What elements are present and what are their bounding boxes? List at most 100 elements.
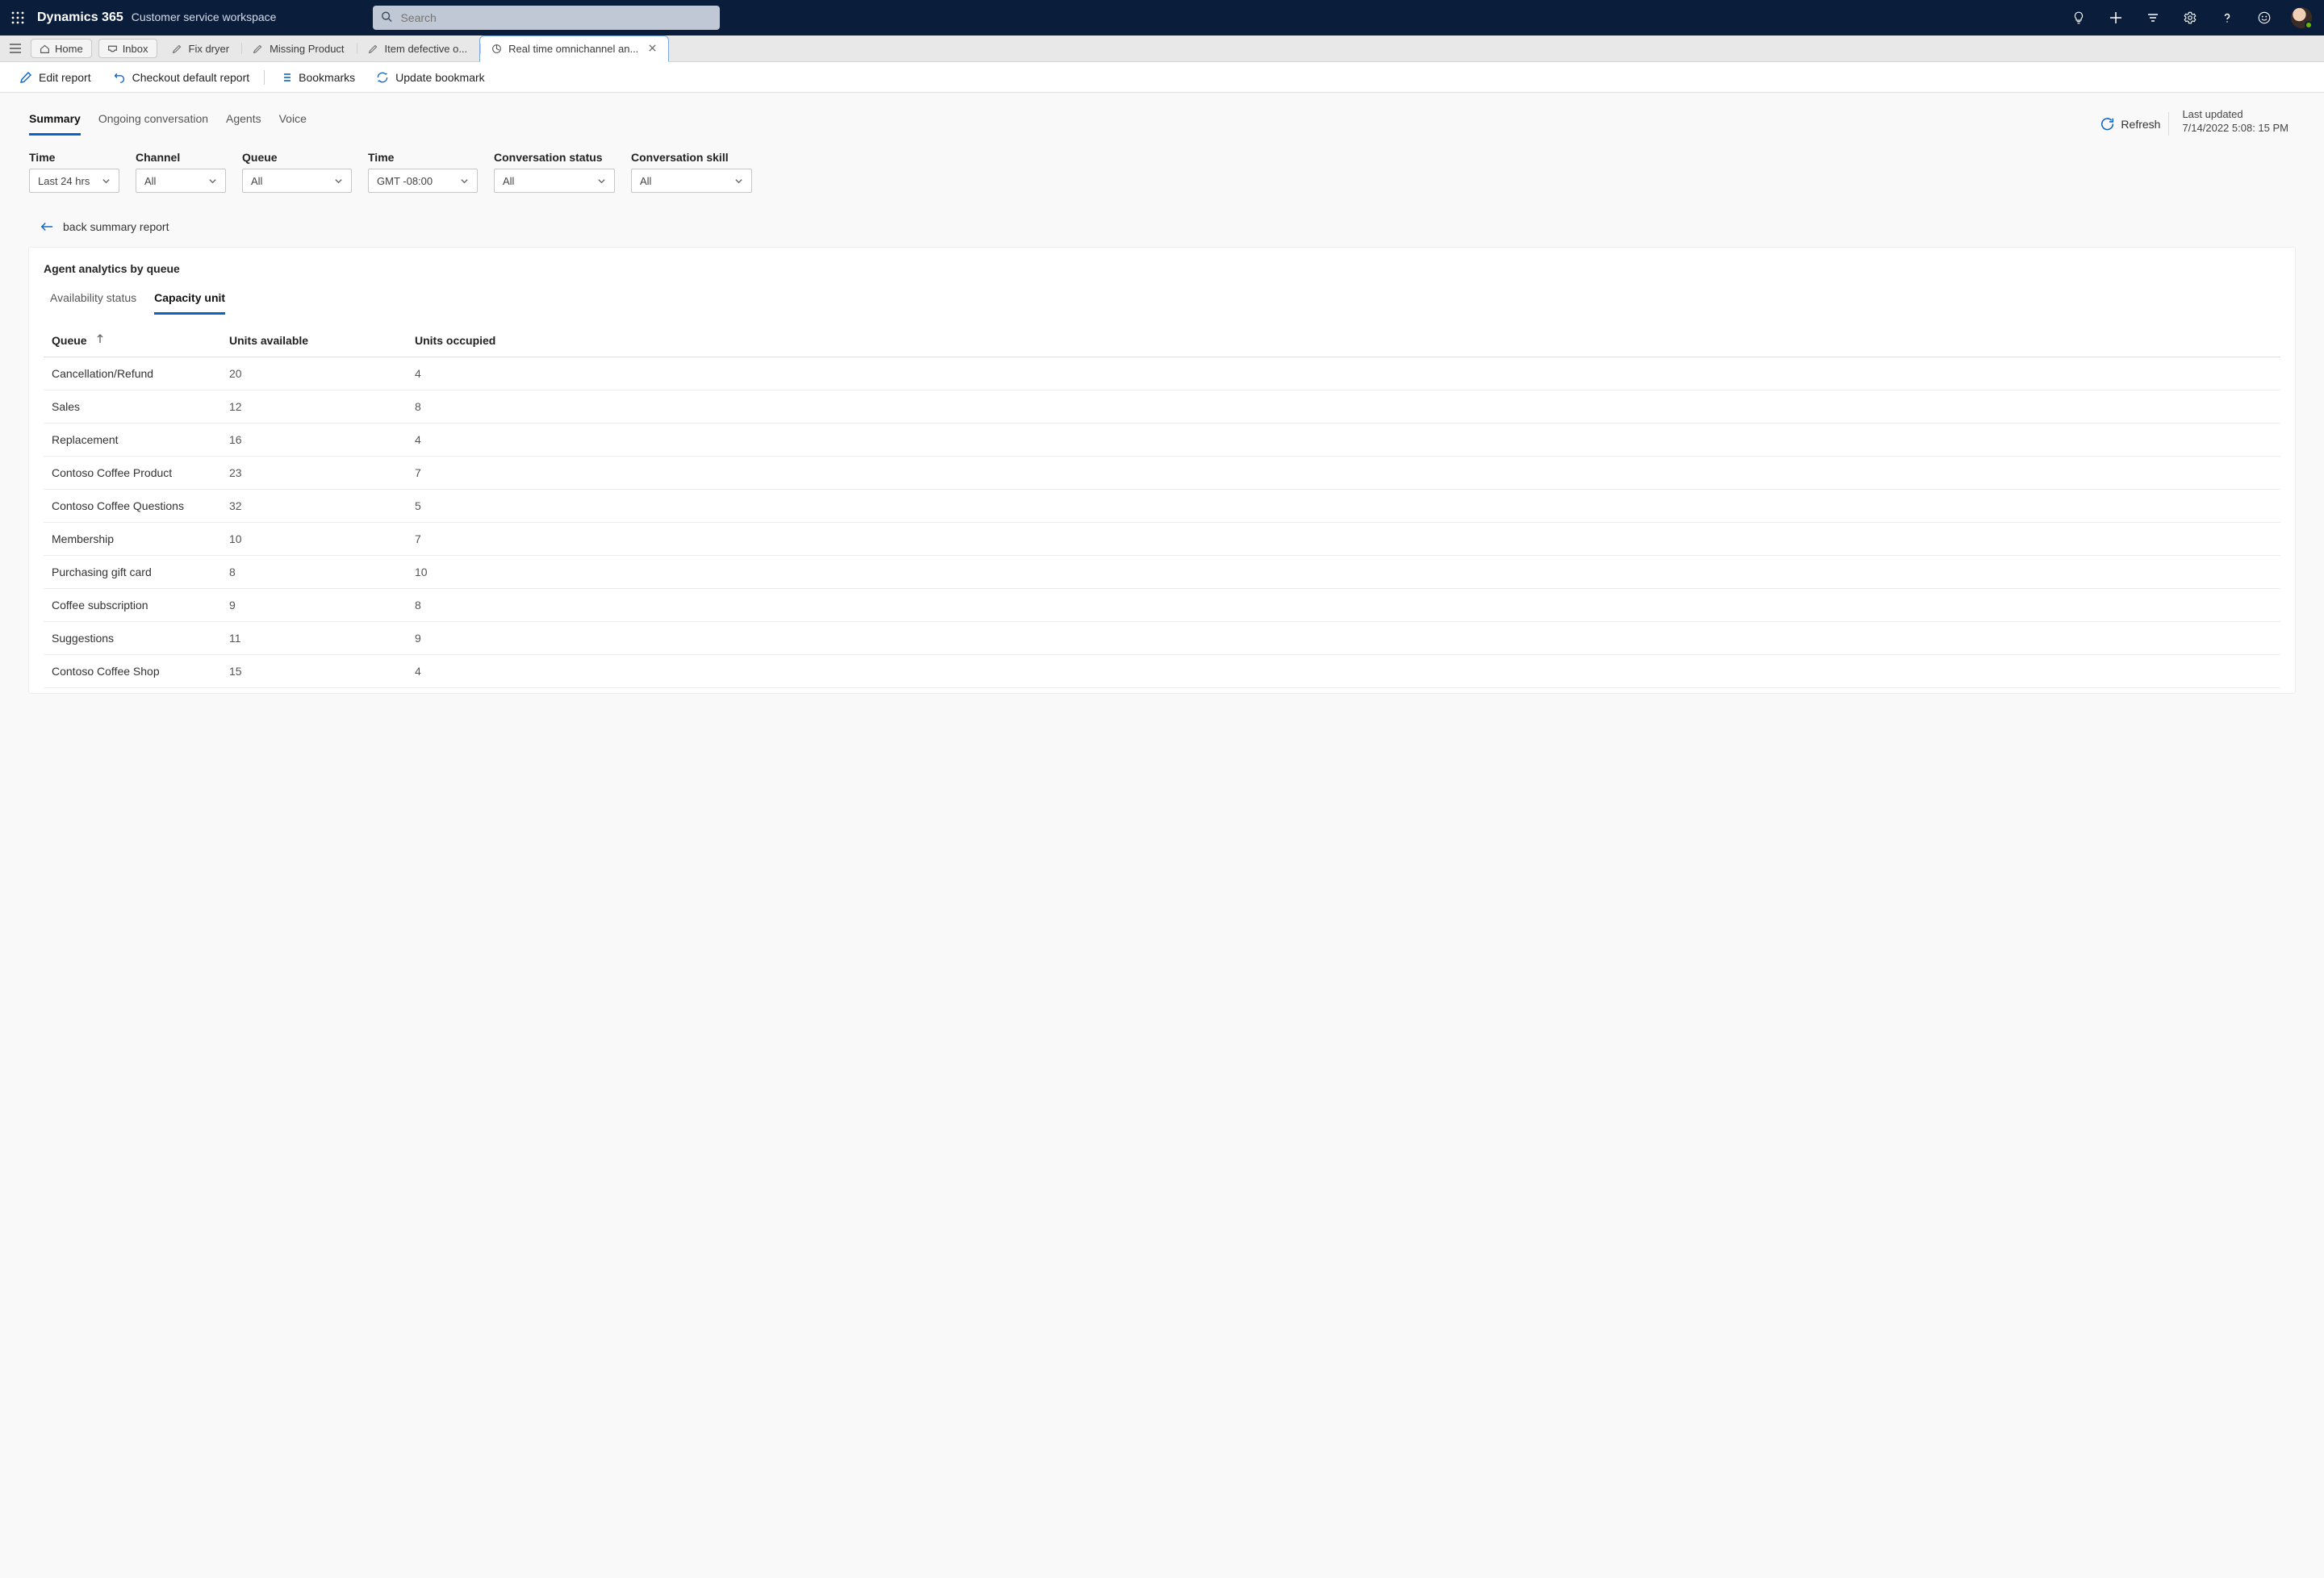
workspace-name: Customer service workspace (132, 10, 277, 23)
waffle-icon (11, 11, 24, 24)
card-title: Agent analytics by queue (29, 262, 2295, 286)
global-search (373, 6, 720, 30)
table-row[interactable]: Coffee subscription98 (44, 589, 2280, 622)
tab-voice[interactable]: Voice (279, 101, 307, 136)
subtab-capacity[interactable]: Capacity unit (154, 286, 225, 315)
back-label: back summary report (63, 220, 169, 233)
doctab-missing-product[interactable]: Missing Product (241, 35, 356, 61)
doctab-realtime-omnichannel[interactable]: Real time omnichannel an... (479, 35, 669, 62)
bookmarks-button[interactable]: Bookmarks (270, 66, 365, 89)
col-queue-header[interactable]: Queue (44, 326, 221, 357)
cell-occupied: 10 (407, 556, 2280, 589)
last-updated-label: Last updated (2182, 107, 2288, 122)
cmd-label: Bookmarks (299, 71, 355, 84)
refresh-icon (2100, 117, 2114, 131)
cmd-label: Update bookmark (395, 71, 485, 84)
table-row[interactable]: Cancellation/Refund204 (44, 357, 2280, 390)
filter-row: Time Last 24 hrs Channel All Queue All T… (29, 136, 2295, 201)
filter-skill-select[interactable]: All (631, 169, 752, 193)
col-occupied-header[interactable]: Units occupied (407, 326, 2280, 357)
site-map-button[interactable] (3, 35, 27, 61)
cell-available: 16 (221, 424, 407, 457)
update-bookmark-button[interactable]: Update bookmark (366, 66, 495, 89)
table-row[interactable]: Contoso Coffee Shop154 (44, 655, 2280, 688)
tab-label: Home (55, 43, 83, 55)
search-input[interactable] (373, 6, 720, 30)
plus-icon (2109, 11, 2122, 24)
question-icon (2221, 11, 2234, 24)
table-row[interactable]: Purchasing gift card810 (44, 556, 2280, 589)
arrow-left-icon (40, 221, 53, 232)
tab-label: Item defective o... (385, 43, 468, 55)
table-row[interactable]: Contoso Coffee Questions325 (44, 490, 2280, 523)
help-button[interactable] (2214, 5, 2240, 31)
close-tab-button[interactable] (648, 43, 657, 55)
filter-time: Time Last 24 hrs (29, 151, 119, 193)
table-row[interactable]: Contoso Coffee Product237 (44, 457, 2280, 490)
col-available-header[interactable]: Units available (221, 326, 407, 357)
filter-label: Queue (242, 151, 352, 164)
session-tabstrip: Home Inbox Fix dryer Missing Product Ite… (0, 35, 2324, 62)
tab-agents[interactable]: Agents (226, 101, 261, 136)
sort-asc-icon (96, 333, 104, 346)
cell-occupied: 7 (407, 457, 2280, 490)
filter-value: GMT -08:00 (377, 175, 433, 187)
filter-status-select[interactable]: All (494, 169, 615, 193)
cell-occupied: 4 (407, 357, 2280, 390)
table-row[interactable]: Sales128 (44, 390, 2280, 424)
feedback-button[interactable] (2251, 5, 2277, 31)
table-row[interactable]: Replacement164 (44, 424, 2280, 457)
filter-channel: Channel All (136, 151, 226, 193)
cell-occupied: 8 (407, 589, 2280, 622)
tab-ongoing-conversation[interactable]: Ongoing conversation (98, 101, 208, 136)
app-launcher-button[interactable] (5, 5, 31, 31)
filter-value: All (144, 175, 156, 187)
cell-occupied: 5 (407, 490, 2280, 523)
filter-label: Conversation status (494, 151, 615, 164)
account-button[interactable] (2288, 5, 2314, 31)
brand-block: Dynamics 365 Customer service workspace (37, 10, 276, 25)
col-label: Units available (229, 334, 308, 347)
pencil-icon (172, 44, 182, 54)
brand-name: Dynamics 365 (37, 10, 123, 25)
presence-indicator (2305, 21, 2313, 29)
filter-time-select[interactable]: Last 24 hrs (29, 169, 119, 193)
back-summary-link[interactable]: back summary report (29, 201, 2295, 248)
settings-button[interactable] (2177, 5, 2203, 31)
filter-status: Conversation status All (494, 151, 615, 193)
doctab-fix-dryer[interactable]: Fix dryer (161, 35, 242, 61)
report-tabs: Summary Ongoing conversation Agents Voic… (29, 101, 307, 136)
table-row[interactable]: Membership107 (44, 523, 2280, 556)
tab-inbox[interactable]: Inbox (98, 39, 157, 58)
new-button[interactable] (2103, 5, 2129, 31)
filter-channel-select[interactable]: All (136, 169, 226, 193)
refresh-button[interactable]: Refresh (2092, 112, 2169, 136)
close-icon (648, 44, 657, 52)
doctab-item-defective[interactable]: Item defective o... (357, 35, 480, 61)
chevron-down-icon (208, 177, 217, 186)
cell-available: 9 (221, 589, 407, 622)
filter-value: All (251, 175, 262, 187)
edit-report-button[interactable]: Edit report (10, 66, 101, 89)
subtab-availability[interactable]: Availability status (50, 286, 136, 315)
idea-button[interactable] (2066, 5, 2092, 31)
filter-label: Channel (136, 151, 226, 164)
filter-timezone-select[interactable]: GMT -08:00 (368, 169, 478, 193)
filter-label: Conversation skill (631, 151, 752, 164)
header-actions (2066, 5, 2318, 31)
agent-analytics-card: Agent analytics by queue Availability st… (29, 248, 2295, 693)
analytics-subtabs: Availability status Capacity unit (29, 286, 2295, 315)
list-icon (279, 71, 292, 84)
checkout-default-button[interactable]: Checkout default report (102, 65, 260, 89)
cell-available: 11 (221, 622, 407, 655)
cell-queue: Cancellation/Refund (44, 357, 221, 390)
cmd-label: Checkout default report (132, 71, 250, 84)
cell-available: 12 (221, 390, 407, 424)
tab-label: Real time omnichannel an... (508, 43, 638, 55)
tab-summary[interactable]: Summary (29, 101, 81, 136)
table-row[interactable]: Suggestions119 (44, 622, 2280, 655)
filter-queue-select[interactable]: All (242, 169, 352, 193)
filter-button[interactable] (2140, 5, 2166, 31)
col-label: Queue (52, 334, 87, 347)
tab-home[interactable]: Home (31, 39, 92, 58)
